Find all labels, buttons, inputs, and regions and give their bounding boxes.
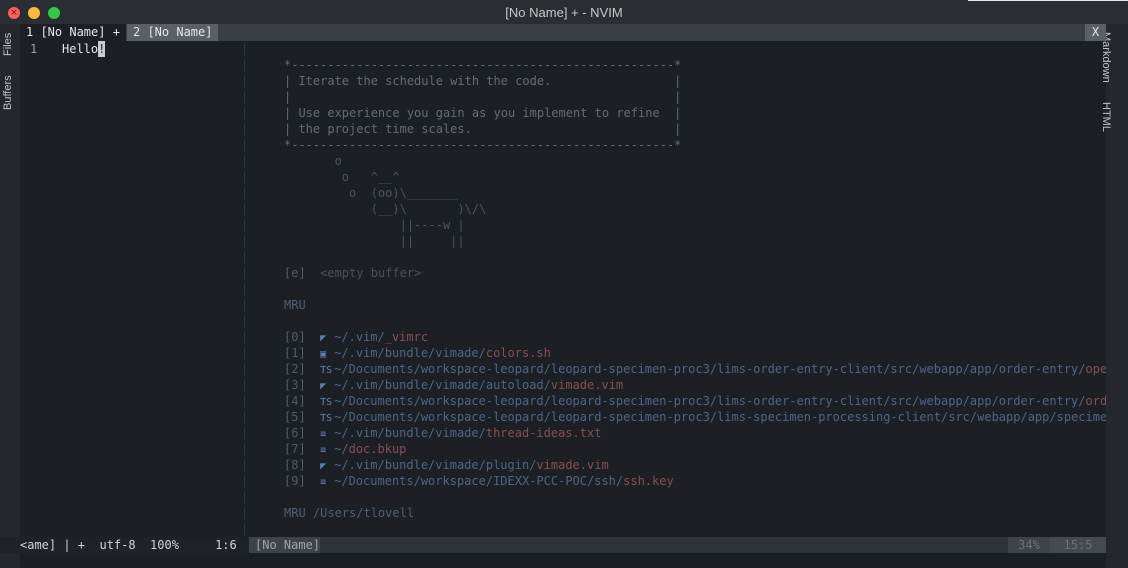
mru-key: [0]: [284, 330, 306, 344]
mru-item[interactable]: [1] ▣ ~/.vim/bundle/vimade/colors.sh: [284, 345, 551, 361]
mru-cwd-heading: MRU /Users/tlovell: [284, 506, 415, 520]
startify-pane: *---------------------------------------…: [284, 57, 1106, 533]
mru-key: [8]: [284, 458, 306, 472]
buffers-side-tab[interactable]: Buffers: [2, 75, 14, 110]
mru-key: [2]: [284, 362, 306, 376]
title-bar: × [No Name] + - NVIM: [0, 0, 1128, 24]
window-title: [No Name] + - NVIM: [505, 5, 623, 20]
entry-label: <empty buffer>: [320, 266, 422, 280]
mru-item[interactable]: [3] ◤ ~/.vim/bundle/vimade/autoload/vimad…: [284, 377, 623, 393]
statusline: <ame] | + utf-8 100% 1:6 [No Name] 34% 1…: [0, 537, 1106, 553]
mru-filename: _vimrc: [384, 330, 429, 344]
statusline-percent: 34%: [1008, 537, 1050, 553]
menu-bar-edge: [968, 0, 1128, 1]
files-side-tab[interactable]: Files: [2, 33, 14, 56]
line-number: 1: [30, 42, 38, 56]
mru-path: ~/: [334, 442, 349, 456]
cowsay-line: o ^__^: [284, 170, 400, 184]
mru-filename: vimade.vim: [550, 378, 624, 392]
mru-filename: ssh.key: [623, 474, 674, 488]
mru-key: [7]: [284, 442, 306, 456]
mru-filename: colors.sh: [485, 346, 551, 360]
mru-filename: vimade.vim: [536, 458, 609, 472]
mru-filename: doc.bkup: [348, 442, 407, 456]
statusline-fill: [320, 537, 1008, 553]
cowsay-line: o: [284, 154, 342, 168]
header-line: | Use experience you gain as you impleme…: [284, 106, 682, 120]
mru-path: ~/.vim/bundle/vimade/: [334, 346, 486, 360]
mru-path: ~/.vim/bundle/vimade/autoload/: [334, 378, 551, 392]
close-tab-button[interactable]: X: [1085, 24, 1106, 41]
mru-path: ~/Documents/workspace-leopard/leopard-sp…: [334, 410, 1106, 424]
mru-path: ~/.vim/: [334, 330, 385, 344]
mru-item[interactable]: [0] ◤ ~/.vim/_vimrc: [284, 329, 428, 345]
cowsay-line: (__)\ )\/\: [284, 202, 487, 216]
mru-path: ~/.vim/bundle/vimade/: [334, 426, 486, 440]
editor-line[interactable]: Hello!: [62, 41, 106, 57]
tab-1[interactable]: 1 [No Name] +: [20, 24, 126, 41]
statusline-left: <ame] | + utf-8 100% 1:6: [20, 538, 237, 552]
empty-buffer-entry[interactable]: [e] <empty buffer>: [284, 265, 421, 281]
mru-heading: MRU: [284, 298, 306, 312]
header-line: *---------------------------------------…: [284, 58, 682, 72]
entry-key: [e]: [284, 266, 306, 280]
header-line: | |: [284, 90, 682, 104]
tab-2[interactable]: 2 [No Name]: [127, 24, 219, 41]
mru-item[interactable]: [7] ≡ ~/doc.bkup: [284, 441, 406, 457]
line-text: Hello: [62, 42, 99, 56]
mru-key: [4]: [284, 394, 306, 408]
mru-item[interactable]: [8] ◤ ~/.vim/bundle/vimade/plugin/vimade.…: [284, 457, 609, 473]
mru-filename: orde: [1085, 394, 1107, 408]
statusline-buffer-name: [No Name]: [249, 537, 327, 553]
mru-filename: oper: [1085, 362, 1107, 376]
mru-item[interactable]: [4] TS ~/Documents/workspace-leopard/leop…: [284, 393, 1106, 409]
vertical-split-separator[interactable]: | | | | | | | | | | | | | | | | | | | | …: [241, 41, 249, 537]
mru-item[interactable]: [6] ≡ ~/.vim/bundle/vimade/thread-ideas.t…: [284, 425, 601, 441]
mru-path: ~/Documents/workspace-leopard/leopard-sp…: [334, 362, 1086, 376]
header-line: | Iterate the schedule with the code. |: [284, 74, 682, 88]
mru-key: [6]: [284, 426, 306, 440]
mru-key: [9]: [284, 474, 306, 488]
mru-item[interactable]: [9] ≡ ~/Documents/workspace/IDEXX-PCC-POC…: [284, 473, 674, 489]
mru-item[interactable]: [2] TS ~/Documents/workspace-leopard/leop…: [284, 361, 1106, 377]
mru-key: [1]: [284, 346, 306, 360]
header-line: *---------------------------------------…: [284, 138, 682, 152]
editor-pane[interactable]: 1 Hello!: [20, 41, 242, 537]
mru-key: [3]: [284, 378, 306, 392]
header-line: | the project time scales. |: [284, 122, 682, 136]
cowsay-line: || ||: [284, 234, 465, 248]
mru-path: ~/.vim/bundle/vimade/plugin/: [334, 458, 537, 472]
tabline: 1 [No Name] + 2 [No Name] X: [20, 24, 1106, 41]
mru-key: [5]: [284, 410, 306, 424]
statusline-position: 15:5: [1050, 537, 1106, 553]
cursor: !: [98, 41, 106, 57]
text-file-icon: ≡: [320, 477, 327, 488]
mru-path: ~/Documents/workspace-leopard/leopard-sp…: [334, 394, 1086, 408]
cowsay-line: ||----w |: [284, 218, 465, 232]
mru-filename: thread-ideas.txt: [485, 426, 602, 440]
mru-item[interactable]: [5] TS ~/Documents/workspace-leopard/leop…: [284, 409, 1106, 425]
cowsay-line: o (oo)\_______: [284, 186, 458, 200]
mru-path: ~/Documents/workspace/IDEXX-PCC-POC/ssh/: [334, 474, 624, 488]
